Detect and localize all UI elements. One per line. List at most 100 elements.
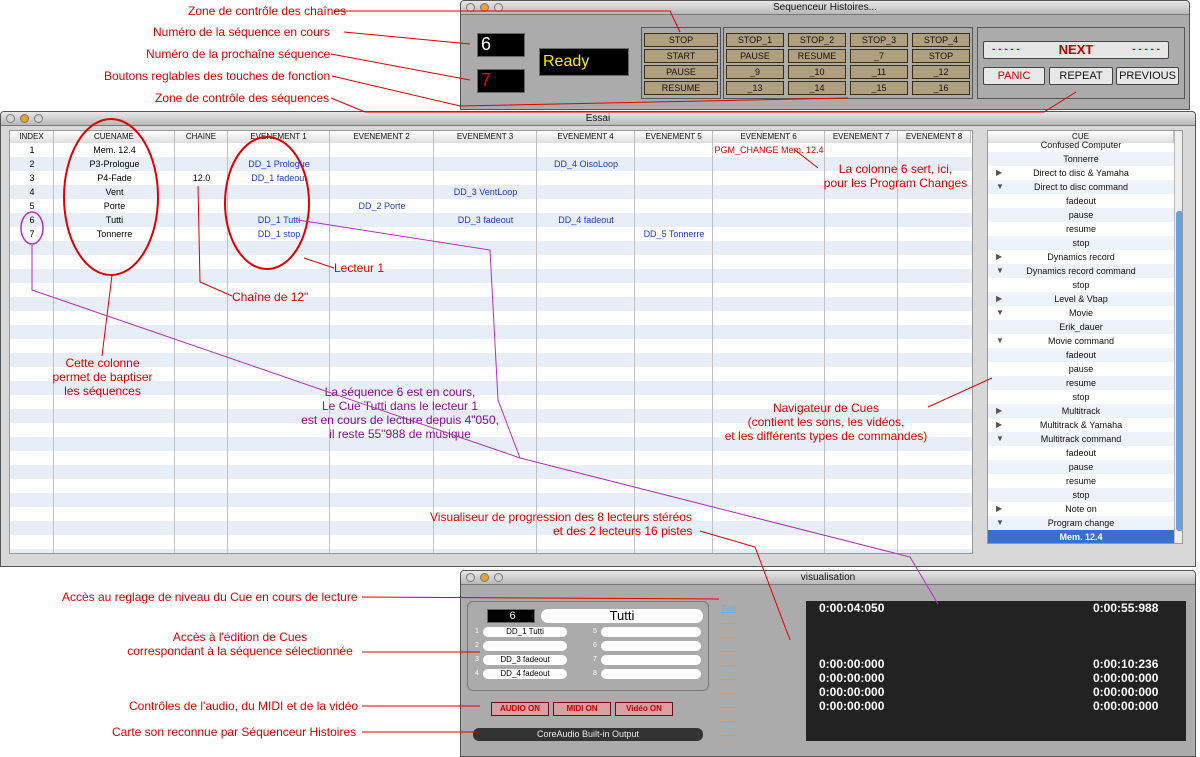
cue-nav-item[interactable]: stop: [988, 390, 1174, 404]
column-header-10[interactable]: EVENEMENT 8: [898, 131, 971, 143]
level-dash[interactable]: --------: [721, 731, 743, 740]
cue-nav-item[interactable]: stop: [988, 278, 1174, 292]
cue-nav-item[interactable]: ▼ Multitrack command: [988, 432, 1174, 446]
level-dash[interactable]: --------: [721, 633, 743, 642]
cue-nav-item[interactable]: ▼ Movie command: [988, 334, 1174, 348]
cell-index[interactable]: 3: [10, 171, 54, 185]
chain-btn-3[interactable]: RESUME: [644, 81, 718, 95]
cell-e2[interactable]: DD_2 Porte: [330, 199, 434, 213]
panic-button[interactable]: PANIC: [983, 67, 1045, 85]
column-header-1[interactable]: CUENAME: [54, 131, 175, 143]
cell-cuename[interactable]: Vent: [54, 185, 175, 199]
cue-slot-6[interactable]: [601, 641, 701, 651]
level-dash[interactable]: --------: [721, 675, 743, 684]
fkey-btn-10[interactable]: _11: [850, 65, 908, 79]
cue-nav-item[interactable]: resume: [988, 376, 1174, 390]
table-row[interactable]: 1 Mem. 12.4 PGM_CHANGE Mem. 12.4: [10, 143, 972, 157]
cell-e1[interactable]: DD_1 stop: [228, 227, 330, 241]
level-dash[interactable]: --------: [721, 717, 743, 726]
midi-on-button[interactable]: MIDI ON: [553, 702, 611, 716]
audio-on-button[interactable]: AUDIO ON: [491, 702, 549, 716]
chain-btn-2[interactable]: PAUSE: [644, 65, 718, 79]
level-dash[interactable]: --------: [721, 619, 743, 628]
cell-e4[interactable]: DD_4 fadeout: [537, 213, 635, 227]
cue-nav-item[interactable]: ▶ Level & Vbap: [988, 292, 1174, 306]
fkey-btn-6[interactable]: _7: [850, 49, 908, 63]
fkey-btn-0[interactable]: STOP_1: [726, 33, 784, 47]
fkey-btn-1[interactable]: STOP_2: [788, 33, 846, 47]
minimize-icon[interactable]: [480, 573, 489, 582]
cue-nav-item[interactable]: fadeout: [988, 348, 1174, 362]
scrollbar-thumb[interactable]: [1176, 211, 1182, 531]
close-icon[interactable]: [6, 114, 15, 123]
cell-index[interactable]: 4: [10, 185, 54, 199]
cell-cuename[interactable]: Tonnerre: [54, 227, 175, 241]
fkey-btn-8[interactable]: _9: [726, 65, 784, 79]
cue-nav-item[interactable]: Confused Computer: [988, 138, 1174, 152]
zoom-icon[interactable]: [494, 3, 503, 12]
cell-chaine[interactable]: 12.0: [175, 171, 228, 185]
cue-nav-item[interactable]: Mem. 12.4: [988, 530, 1174, 543]
chain-btn-1[interactable]: START: [644, 49, 718, 63]
level-dash[interactable]: --------: [721, 661, 743, 670]
table-row[interactable]: 5 Porte DD_2 Porte: [10, 199, 972, 213]
table-row[interactable]: 6 Tutti DD_1 Tutti DD_3 fadeout DD_4 fadeout: [10, 213, 972, 227]
minimize-icon[interactable]: [20, 114, 29, 123]
zoom-icon[interactable]: [494, 573, 503, 582]
cell-cuename[interactable]: P3-Prologue: [54, 157, 175, 171]
previous-button[interactable]: PREVIOUS: [1116, 67, 1179, 85]
cue-slot-2[interactable]: [483, 641, 567, 651]
video-on-button[interactable]: Vidéo ON: [615, 702, 673, 716]
cell-e3[interactable]: DD_3 fadeout: [434, 213, 537, 227]
navigator-scrollbar[interactable]: [1174, 131, 1182, 543]
fkey-btn-12[interactable]: _13: [726, 81, 784, 95]
cue-nav-item[interactable]: fadeout: [988, 194, 1174, 208]
cell-e3[interactable]: DD_3 VentLoop: [434, 185, 537, 199]
chain-btn-0[interactable]: STOP: [644, 33, 718, 47]
column-header-0[interactable]: INDEX: [10, 131, 54, 143]
cue-nav-item[interactable]: ▼ Dynamics record command: [988, 264, 1174, 278]
cue-level-link[interactable]: Tutti: [721, 604, 736, 613]
cell-e1[interactable]: DD_1 fadeout: [228, 171, 330, 185]
cell-index[interactable]: 5: [10, 199, 54, 213]
cue-nav-item[interactable]: pause: [988, 460, 1174, 474]
table-row[interactable]: 7 Tonnerre DD_1 stop DD_5 Tonnerre: [10, 227, 972, 241]
fkey-btn-7[interactable]: STOP: [912, 49, 970, 63]
level-dash[interactable]: --------: [721, 703, 743, 712]
cue-nav-item[interactable]: ▼ Direct to disc command: [988, 180, 1174, 194]
fkey-btn-9[interactable]: _10: [788, 65, 846, 79]
cue-nav-item[interactable]: Erik_dauer: [988, 320, 1174, 334]
cue-slot-5[interactable]: [601, 627, 701, 637]
cell-cuename[interactable]: P4-Fade: [54, 171, 175, 185]
cue-nav-item[interactable]: ▶ Multitrack: [988, 404, 1174, 418]
fkey-btn-15[interactable]: _16: [912, 81, 970, 95]
fkey-btn-5[interactable]: RESUME: [788, 49, 846, 63]
column-header-3[interactable]: EVENEMENT 1: [228, 131, 330, 143]
cell-index[interactable]: 7: [10, 227, 54, 241]
next-button[interactable]: - - - - - NEXT - - - - -: [983, 41, 1169, 59]
cell-cuename[interactable]: Tutti: [54, 213, 175, 227]
cue-nav-item[interactable]: stop: [988, 488, 1174, 502]
cue-nav-item[interactable]: ▶ Multitrack & Yamaha: [988, 418, 1174, 432]
level-dash[interactable]: --------: [721, 647, 743, 656]
cue-nav-item[interactable]: fadeout: [988, 446, 1174, 460]
cue-nav-item[interactable]: resume: [988, 222, 1174, 236]
cell-e5[interactable]: DD_5 Tonnerre: [635, 227, 713, 241]
fkey-btn-11[interactable]: _12: [912, 65, 970, 79]
cue-nav-item[interactable]: stop: [988, 236, 1174, 250]
cue-slot-7[interactable]: [601, 655, 701, 665]
level-dash[interactable]: --------: [721, 689, 743, 698]
cue-nav-item[interactable]: ▼ Program change: [988, 516, 1174, 530]
cue-slot-4[interactable]: DD_4 fadeout: [483, 669, 567, 679]
repeat-button[interactable]: REPEAT: [1049, 67, 1113, 85]
cell-index[interactable]: 2: [10, 157, 54, 171]
column-header-7[interactable]: EVENEMENT 5: [635, 131, 713, 143]
cue-nav-item[interactable]: resume: [988, 474, 1174, 488]
cue-slot-8[interactable]: [601, 669, 701, 679]
cue-nav-item[interactable]: Tonnerre: [988, 152, 1174, 166]
fkey-btn-4[interactable]: PAUSE: [726, 49, 784, 63]
cell-e4[interactable]: DD_4 OisoLoop: [537, 157, 635, 171]
cue-nav-item[interactable]: ▼ Movie: [988, 306, 1174, 320]
fkey-btn-13[interactable]: _14: [788, 81, 846, 95]
zoom-icon[interactable]: [34, 114, 43, 123]
